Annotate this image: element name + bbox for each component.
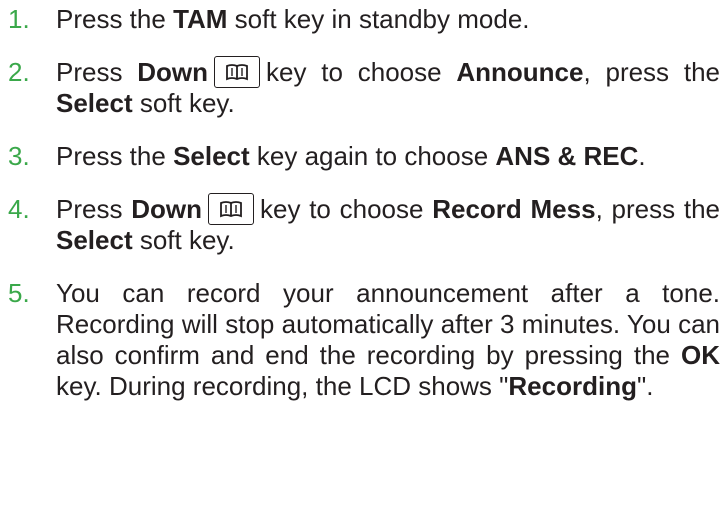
- step-number: 1.: [8, 4, 30, 34]
- step-text: Press Down key to choose Announce, press …: [56, 56, 720, 119]
- instruction-list: 1. Press the TAM soft key in standby mod…: [8, 4, 720, 424]
- key-name-select: Select: [56, 225, 133, 256]
- step-text: Press the Select key again to choose ANS…: [56, 141, 646, 172]
- step-4: 4. Press Down key to choose Record Mess, …: [8, 193, 721, 256]
- step-number: 4.: [8, 194, 30, 225]
- step-number: 5.: [8, 278, 30, 309]
- step-1: 1. Press the TAM soft key in standby mod…: [8, 4, 720, 35]
- phonebook-key: [214, 56, 261, 89]
- step-5: 5. You can record your announcement afte…: [8, 278, 720, 402]
- phonebook-key: [207, 193, 254, 226]
- step-text: Press the TAM soft key in standby mode.: [56, 4, 530, 34]
- key-name-ok: OK: [681, 340, 720, 371]
- step-3: 3. Press the Select key again to choose …: [8, 141, 720, 172]
- key-name-down: Down: [137, 57, 209, 87]
- key-name-select: Select: [173, 141, 250, 172]
- step-text: You can record your announcement after a…: [56, 278, 720, 402]
- phonebook-icon: [220, 201, 242, 218]
- menu-option-ans-rec: ANS & REC: [495, 141, 639, 172]
- lcd-text-recording: Recording: [508, 371, 637, 402]
- key-name-tam: TAM: [173, 4, 228, 34]
- step-number: 2.: [8, 57, 30, 87]
- key-name-down: Down: [131, 194, 202, 225]
- key-name-select: Select: [56, 88, 133, 119]
- step-text: Press Down key to choose Record Mess, pre…: [56, 193, 721, 256]
- step-2: 2. Press Down key to choose Announce, pre…: [8, 56, 720, 119]
- phonebook-icon: [226, 64, 248, 81]
- step-number: 3.: [8, 141, 30, 172]
- menu-option-announce: Announce: [456, 57, 584, 87]
- menu-option-record-mess: Record Mess: [432, 194, 596, 225]
